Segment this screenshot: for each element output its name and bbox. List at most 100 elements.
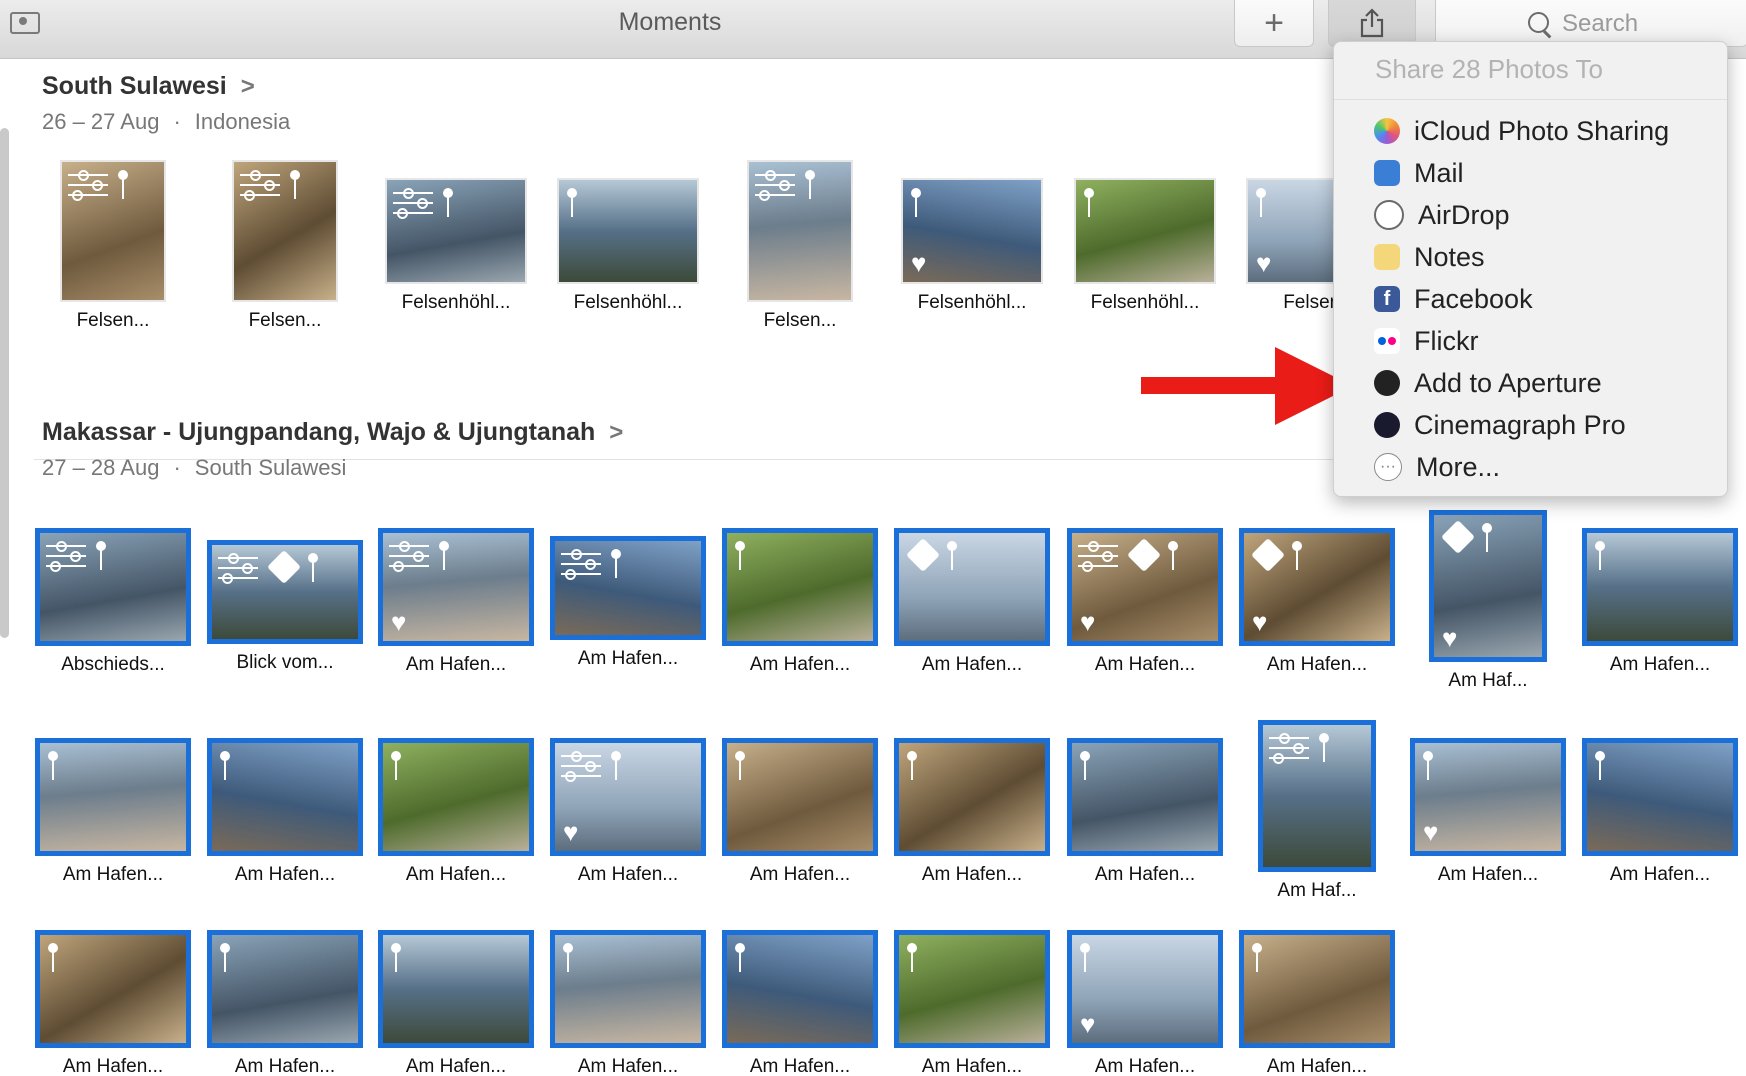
search-placeholder: Search (1562, 10, 1639, 37)
photo-thumbnail[interactable]: ♥ Am Hafen... (378, 528, 534, 680)
separator-dot: · (173, 455, 181, 480)
favorite-heart-icon: ♥ (911, 248, 927, 278)
photo-caption: Am Hafen... (1609, 654, 1711, 675)
photo-thumbnail[interactable]: Am Hafen... (1067, 738, 1223, 890)
share-menu-item[interactable]: ··· More... (1374, 448, 1714, 486)
share-menu-item[interactable]: Flickr (1374, 322, 1714, 360)
share-icon (1360, 8, 1384, 38)
photo-caption: Am Hafen... (749, 864, 851, 885)
add-button[interactable]: + (1234, 0, 1314, 47)
search-icon (1528, 12, 1549, 33)
photo-thumbnail[interactable]: Am Hafen... (894, 930, 1050, 1076)
location-pin-icon (48, 751, 58, 781)
photo-thumbnail[interactable]: Am Hafen... (378, 738, 534, 890)
photo-thumbnail[interactable]: Am Hafen... (550, 930, 706, 1076)
location-pin-icon (611, 549, 621, 579)
photo-thumbnail[interactable]: Am Haf... (1258, 720, 1376, 906)
photo-thumbnail[interactable]: Felsen... (232, 160, 338, 336)
photo-thumbnail[interactable]: ♥ Am Haf... (1429, 510, 1547, 696)
share-menu-item[interactable]: Cinemagraph Pro (1374, 406, 1714, 444)
location-pin-icon (118, 170, 128, 200)
photo-thumbnail[interactable]: ♥ Am Hafen... (1067, 930, 1223, 1076)
photo-thumbnail[interactable]: Am Hafen... (1582, 528, 1738, 680)
photo-caption: Felsen... (248, 310, 322, 331)
photo-image (207, 540, 363, 644)
photo-thumbnail[interactable]: Am Hafen... (894, 738, 1050, 890)
photo-caption: Am Hafen... (921, 654, 1023, 675)
photo-thumbnail[interactable]: Am Hafen... (722, 738, 878, 890)
photo-image: ♥ (550, 738, 706, 856)
moment-date: 26 – 27 Aug (42, 109, 160, 134)
photo-thumbnail[interactable]: ♥ Felsenhöhl... (901, 178, 1043, 318)
photo-thumbnail[interactable]: Am Hafen... (722, 528, 878, 680)
photo-image (207, 930, 363, 1048)
photo-caption: Am Hafen... (749, 1056, 851, 1076)
location-pin-icon (611, 751, 621, 781)
vertical-scrollbar[interactable] (0, 128, 9, 638)
photo-caption: Am Hafen... (577, 864, 679, 885)
share-menu-item-label: Cinemagraph Pro (1414, 409, 1626, 440)
photo-thumbnail[interactable]: Am Hafen... (722, 930, 878, 1076)
location-pin-icon (563, 943, 573, 973)
location-pin-icon (567, 188, 577, 218)
photo-caption: Am Hafen... (1266, 654, 1368, 675)
share-button[interactable] (1328, 0, 1416, 47)
photo-image (1582, 738, 1738, 856)
photo-thumbnail[interactable]: Am Hafen... (35, 930, 191, 1076)
photo-thumbnail[interactable]: ♥ Am Hafen... (550, 738, 706, 890)
photo-thumbnail[interactable]: ♥ Am Hafen... (1410, 738, 1566, 890)
photo-thumbnail[interactable]: Felsen... (60, 160, 166, 336)
adjustments-icon (561, 547, 601, 581)
photo-caption: Abschieds... (61, 654, 165, 675)
search-input[interactable]: Search (1435, 0, 1746, 47)
location-pin-icon (735, 541, 745, 571)
photo-thumbnail[interactable]: Am Hafen... (1582, 738, 1738, 890)
moment-subtitle: 26 – 27 Aug · Indonesia (42, 109, 290, 135)
sidebar-toggle-icon[interactable] (10, 12, 40, 34)
share-menu-item[interactable]: Notes (1374, 238, 1714, 276)
photo-caption: Am Hafen... (577, 648, 679, 669)
photo-caption: Felsenhöhl... (917, 292, 1027, 313)
adjustments-icon (393, 186, 433, 220)
photo-thumbnail[interactable]: Blick vom... (207, 540, 363, 678)
adjustments-icon (755, 168, 795, 202)
share-menu-item[interactable]: Add to Aperture (1374, 364, 1714, 402)
share-menu-item[interactable]: Mail (1374, 154, 1714, 192)
photo-image (747, 160, 853, 302)
share-menu-item-label: Facebook (1414, 283, 1533, 314)
photo-thumbnail[interactable]: Am Hafen... (207, 738, 363, 890)
location-pin-icon (1423, 751, 1433, 781)
photo-thumbnail[interactable]: Am Hafen... (894, 528, 1050, 680)
photo-thumbnail[interactable]: Am Hafen... (378, 930, 534, 1076)
adjustments-icon (68, 168, 108, 202)
adjustments-icon (218, 551, 258, 585)
photo-thumbnail[interactable]: Am Hafen... (207, 930, 363, 1076)
photo-thumbnail[interactable]: Abschieds... (35, 528, 191, 680)
photo-caption: Am Hafen... (1609, 864, 1711, 885)
keyword-tag-icon (1441, 520, 1475, 554)
photo-thumbnail[interactable]: Am Hafen... (550, 536, 706, 674)
location-pin-icon (391, 943, 401, 973)
photo-image: ♥ (901, 178, 1043, 284)
photo-thumbnail[interactable]: Am Hafen... (35, 738, 191, 890)
photo-thumbnail[interactable]: Felsenhöhl... (557, 178, 699, 318)
favorite-heart-icon: ♥ (563, 817, 579, 847)
share-menu-item[interactable]: iCloud Photo Sharing (1374, 112, 1714, 150)
photo-image: ♥ (1429, 510, 1547, 662)
photo-image: ♥ (1067, 528, 1223, 646)
flickr-icon (1374, 328, 1400, 354)
adjustments-icon (1269, 731, 1309, 765)
photo-thumbnail[interactable]: Am Hafen... (1239, 930, 1395, 1076)
moment-header-2[interactable]: Makassar - Ujungpandang, Wajo & Ujungtan… (42, 418, 623, 481)
location-pin-icon (1084, 188, 1094, 218)
photo-thumbnail[interactable]: Felsenhöhl... (1074, 178, 1216, 318)
moment-header-1[interactable]: South Sulawesi > 26 – 27 Aug · Indonesia (42, 72, 290, 135)
share-menu-item[interactable]: f Facebook (1374, 280, 1714, 318)
photo-thumbnail[interactable]: ♥ Am Hafen... (1239, 528, 1395, 680)
share-menu-item[interactable]: AirDrop (1374, 196, 1714, 234)
photo-thumbnail[interactable]: Felsen... (747, 160, 853, 336)
location-pin-icon (1256, 188, 1266, 218)
photo-caption: Am Hafen... (62, 1056, 164, 1076)
photo-thumbnail[interactable]: Felsenhöhl... (385, 178, 527, 318)
photo-thumbnail[interactable]: ♥ Am Hafen... (1067, 528, 1223, 680)
